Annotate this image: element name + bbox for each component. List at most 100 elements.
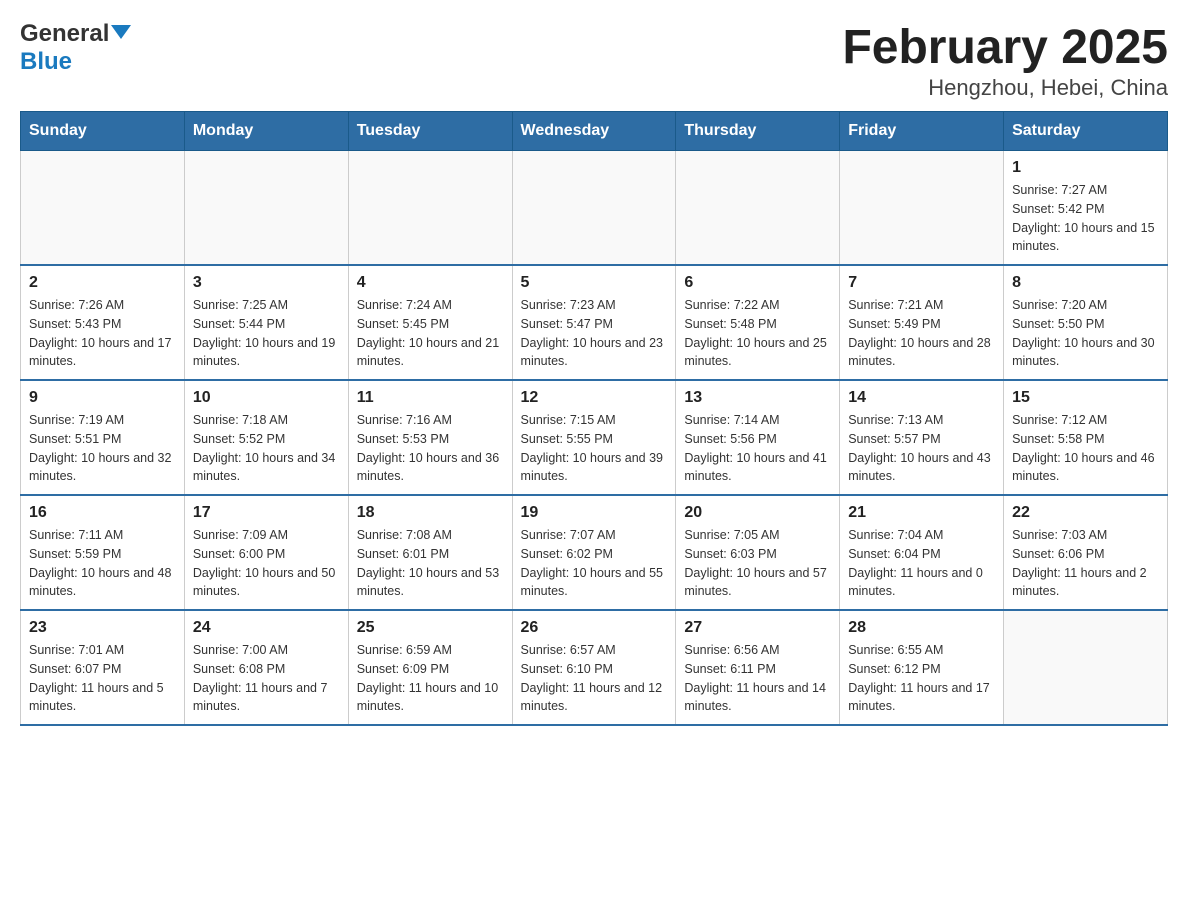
calendar-cell: 14Sunrise: 7:13 AMSunset: 5:57 PMDayligh… (840, 380, 1004, 495)
calendar-cell: 18Sunrise: 7:08 AMSunset: 6:01 PMDayligh… (348, 495, 512, 610)
calendar-cell: 7 Sunrise: 7:21 AMSunset: 5:49 PMDaylight… (840, 265, 1004, 380)
calendar-table: SundayMondayTuesdayWednesdayThursdayFrid… (20, 111, 1168, 726)
day-info: Sunrise: 7:04 AMSunset: 6:04 PMDaylight:… (848, 526, 995, 601)
calendar-cell: 17 Sunrise: 7:09 AMSunset: 6:00 PMDayligh… (184, 495, 348, 610)
calendar-cell: 22 Sunrise: 7:03 AMSunset: 6:06 PMDayligh… (1004, 495, 1168, 610)
weekday-header-sunday: Sunday (21, 112, 185, 151)
day-info: Sunrise: 7:25 AMSunset: 5:44 PMDaylight:… (193, 296, 340, 371)
day-info: Sunrise: 7:27 AMSunset: 5:42 PMDaylight:… (1012, 181, 1159, 256)
calendar-cell: 4 Sunrise: 7:24 AMSunset: 5:45 PMDaylight… (348, 265, 512, 380)
title-block: February 2025 Hengzhou, Hebei, China (842, 20, 1168, 101)
calendar-cell: 21 Sunrise: 7:04 AMSunset: 6:04 PMDayligh… (840, 495, 1004, 610)
day-info: Sunrise: 6:56 AMSunset: 6:11 PMDaylight:… (684, 641, 831, 716)
calendar-week-row: 9Sunrise: 7:19 AMSunset: 5:51 PMDaylight… (21, 380, 1168, 495)
calendar-cell (348, 151, 512, 266)
weekday-header-friday: Friday (840, 112, 1004, 151)
day-number: 13 (684, 389, 831, 407)
day-number: 3 (193, 274, 340, 292)
calendar-cell (676, 151, 840, 266)
calendar-cell (840, 151, 1004, 266)
calendar-cell: 6 Sunrise: 7:22 AMSunset: 5:48 PMDaylight… (676, 265, 840, 380)
calendar-cell (1004, 610, 1168, 725)
day-info: Sunrise: 7:22 AMSunset: 5:48 PMDaylight:… (684, 296, 831, 371)
page-header: General Blue February 2025 Hengzhou, Heb… (20, 20, 1168, 101)
calendar-cell: 16 Sunrise: 7:11 AMSunset: 5:59 PMDayligh… (21, 495, 185, 610)
calendar-cell: 5 Sunrise: 7:23 AMSunset: 5:47 PMDaylight… (512, 265, 676, 380)
calendar-cell: 15Sunrise: 7:12 AMSunset: 5:58 PMDayligh… (1004, 380, 1168, 495)
day-info: Sunrise: 7:18 AMSunset: 5:52 PMDaylight:… (193, 411, 340, 486)
location-label: Hengzhou, Hebei, China (842, 75, 1168, 101)
day-number: 23 (29, 619, 176, 637)
calendar-cell: 8 Sunrise: 7:20 AMSunset: 5:50 PMDaylight… (1004, 265, 1168, 380)
day-info: Sunrise: 7:11 AMSunset: 5:59 PMDaylight:… (29, 526, 176, 601)
calendar-week-row: 23Sunrise: 7:01 AMSunset: 6:07 PMDayligh… (21, 610, 1168, 725)
day-info: Sunrise: 7:26 AMSunset: 5:43 PMDaylight:… (29, 296, 176, 371)
day-info: Sunrise: 7:00 AMSunset: 6:08 PMDaylight:… (193, 641, 340, 716)
weekday-header-thursday: Thursday (676, 112, 840, 151)
day-number: 1 (1012, 159, 1159, 177)
day-info: Sunrise: 7:09 AMSunset: 6:00 PMDaylight:… (193, 526, 340, 601)
logo-general-text: General (20, 20, 109, 48)
logo: General Blue (20, 20, 131, 76)
day-number: 5 (521, 274, 668, 292)
calendar-cell: 25 Sunrise: 6:59 AMSunset: 6:09 PMDayligh… (348, 610, 512, 725)
day-number: 15 (1012, 389, 1159, 407)
weekday-header-wednesday: Wednesday (512, 112, 676, 151)
calendar-cell (184, 151, 348, 266)
day-info: Sunrise: 6:57 AMSunset: 6:10 PMDaylight:… (521, 641, 668, 716)
day-number: 28 (848, 619, 995, 637)
day-info: Sunrise: 7:24 AMSunset: 5:45 PMDaylight:… (357, 296, 504, 371)
day-number: 17 (193, 504, 340, 522)
day-number: 22 (1012, 504, 1159, 522)
logo-triangle-icon (111, 25, 131, 39)
calendar-cell: 12Sunrise: 7:15 AMSunset: 5:55 PMDayligh… (512, 380, 676, 495)
day-number: 11 (357, 389, 504, 407)
calendar-cell: 24Sunrise: 7:00 AMSunset: 6:08 PMDayligh… (184, 610, 348, 725)
day-number: 6 (684, 274, 831, 292)
day-number: 7 (848, 274, 995, 292)
day-number: 9 (29, 389, 176, 407)
day-number: 8 (1012, 274, 1159, 292)
day-info: Sunrise: 7:23 AMSunset: 5:47 PMDaylight:… (521, 296, 668, 371)
calendar-cell: 3 Sunrise: 7:25 AMSunset: 5:44 PMDaylight… (184, 265, 348, 380)
day-info: Sunrise: 7:14 AMSunset: 5:56 PMDaylight:… (684, 411, 831, 486)
logo-blue-text: Blue (20, 48, 72, 76)
calendar-cell: 23Sunrise: 7:01 AMSunset: 6:07 PMDayligh… (21, 610, 185, 725)
calendar-cell: 2 Sunrise: 7:26 AMSunset: 5:43 PMDaylight… (21, 265, 185, 380)
weekday-header-row: SundayMondayTuesdayWednesdayThursdayFrid… (21, 112, 1168, 151)
day-number: 25 (357, 619, 504, 637)
calendar-cell: 1 Sunrise: 7:27 AMSunset: 5:42 PMDaylight… (1004, 151, 1168, 266)
day-info: Sunrise: 6:55 AMSunset: 6:12 PMDaylight:… (848, 641, 995, 716)
day-info: Sunrise: 7:20 AMSunset: 5:50 PMDaylight:… (1012, 296, 1159, 371)
calendar-cell (512, 151, 676, 266)
day-number: 14 (848, 389, 995, 407)
day-number: 26 (521, 619, 668, 637)
day-number: 27 (684, 619, 831, 637)
calendar-week-row: 1 Sunrise: 7:27 AMSunset: 5:42 PMDaylight… (21, 151, 1168, 266)
calendar-cell: 9Sunrise: 7:19 AMSunset: 5:51 PMDaylight… (21, 380, 185, 495)
day-number: 21 (848, 504, 995, 522)
weekday-header-saturday: Saturday (1004, 112, 1168, 151)
month-title: February 2025 (842, 20, 1168, 75)
day-number: 12 (521, 389, 668, 407)
calendar-week-row: 16 Sunrise: 7:11 AMSunset: 5:59 PMDayligh… (21, 495, 1168, 610)
day-info: Sunrise: 7:21 AMSunset: 5:49 PMDaylight:… (848, 296, 995, 371)
day-number: 2 (29, 274, 176, 292)
calendar-cell: 11 Sunrise: 7:16 AMSunset: 5:53 PMDayligh… (348, 380, 512, 495)
calendar-cell: 27 Sunrise: 6:56 AMSunset: 6:11 PMDayligh… (676, 610, 840, 725)
calendar-cell: 26 Sunrise: 6:57 AMSunset: 6:10 PMDayligh… (512, 610, 676, 725)
calendar-cell: 28 Sunrise: 6:55 AMSunset: 6:12 PMDayligh… (840, 610, 1004, 725)
day-info: Sunrise: 7:08 AMSunset: 6:01 PMDaylight:… (357, 526, 504, 601)
day-info: Sunrise: 7:16 AMSunset: 5:53 PMDaylight:… (357, 411, 504, 486)
calendar-cell: 13 Sunrise: 7:14 AMSunset: 5:56 PMDayligh… (676, 380, 840, 495)
day-number: 4 (357, 274, 504, 292)
calendar-cell: 20Sunrise: 7:05 AMSunset: 6:03 PMDayligh… (676, 495, 840, 610)
day-number: 19 (521, 504, 668, 522)
calendar-cell: 19Sunrise: 7:07 AMSunset: 6:02 PMDayligh… (512, 495, 676, 610)
calendar-week-row: 2 Sunrise: 7:26 AMSunset: 5:43 PMDaylight… (21, 265, 1168, 380)
calendar-cell: 10Sunrise: 7:18 AMSunset: 5:52 PMDayligh… (184, 380, 348, 495)
day-info: Sunrise: 7:03 AMSunset: 6:06 PMDaylight:… (1012, 526, 1159, 601)
day-info: Sunrise: 6:59 AMSunset: 6:09 PMDaylight:… (357, 641, 504, 716)
calendar-cell (21, 151, 185, 266)
day-number: 16 (29, 504, 176, 522)
